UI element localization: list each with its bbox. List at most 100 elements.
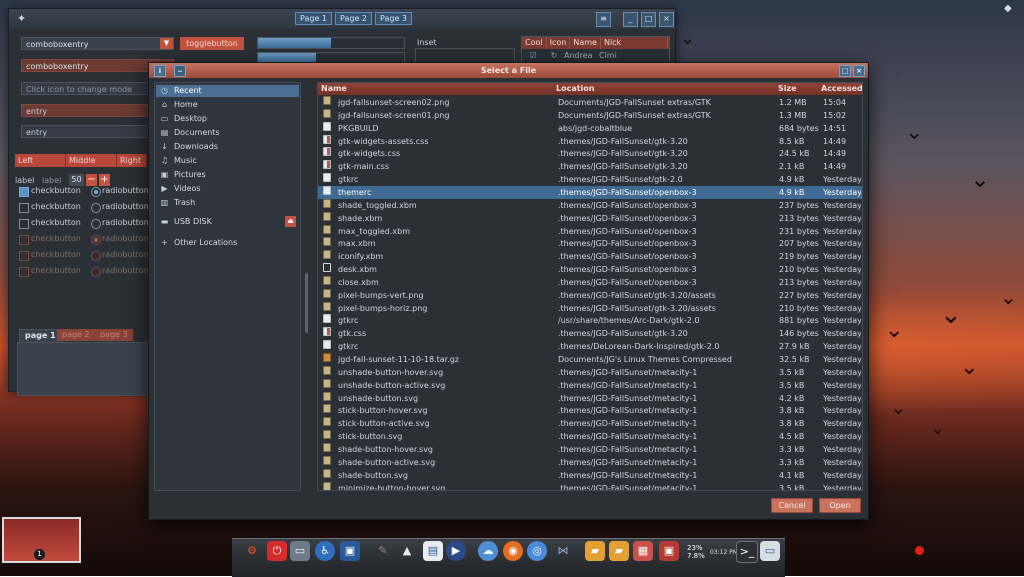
column-cool[interactable]: Cool <box>522 37 547 49</box>
cancel-button[interactable]: Cancel <box>771 498 813 513</box>
screenshot-icon[interactable]: ▭ <box>760 541 780 561</box>
file-row[interactable]: jgd-fallsunset-screen02.png Documents/JGD… <box>318 96 862 109</box>
entry-field-2[interactable]: entry <box>21 125 157 138</box>
notification-dot[interactable] <box>915 546 924 555</box>
checkbox-2[interactable] <box>19 203 29 213</box>
column-size[interactable]: Size <box>778 83 797 95</box>
toggle-button[interactable]: togglebutton <box>180 37 244 50</box>
sidebar-item-other-locations[interactable]: + Other Locations <box>156 237 299 249</box>
file-row[interactable]: stick-button.svg .themes/JGD-FallSunset/m… <box>318 430 862 443</box>
dialog-close-icon[interactable]: × <box>853 65 865 77</box>
document-viewer-icon[interactable]: ▤ <box>423 541 443 561</box>
dialog-menu-icon[interactable]: i <box>154 65 166 77</box>
column-icon[interactable]: Icon <box>547 37 571 49</box>
sidebar-item-documents[interactable]: ▤ Documents <box>156 127 299 139</box>
column-nick[interactable]: Nick <box>601 37 668 49</box>
menu-icon[interactable]: ≡ <box>596 12 611 27</box>
entry-field-1[interactable]: entry <box>21 104 157 117</box>
tab-page-3[interactable]: page 3 <box>95 329 133 341</box>
file-row[interactable]: shade-button-active.svg .themes/JGD-FallS… <box>318 455 862 469</box>
sidebar-item-home[interactable]: ⌂ Home <box>156 99 299 111</box>
file-row[interactable]: max.xbm .themes/JGD-FallSunset/openbox-3 2… <box>318 237 862 250</box>
tab-page-1[interactable]: page 1 <box>19 329 62 342</box>
column-accessed[interactable]: Accessed <box>821 83 862 95</box>
file-row[interactable]: gtkrc .themes/DeLorean-Dark-Inspired/gtk-… <box>318 340 862 353</box>
checkbox-3[interactable] <box>19 219 29 229</box>
column-location[interactable]: Location <box>556 83 595 95</box>
gimp-icon[interactable]: ✎ <box>373 541 393 561</box>
file-row[interactable]: themerc .themes/JGD-FallSunset/openbox-3 4… <box>318 185 862 199</box>
spin-increment-button[interactable]: + <box>99 174 110 186</box>
minimize-icon[interactable]: _ <box>623 12 638 27</box>
file-row[interactable]: unshade-button.svg .themes/JGD-FallSunset… <box>318 391 862 405</box>
file-row[interactable]: shade-button.svg .themes/JGD-FallSunset/m… <box>318 468 862 482</box>
radio-3[interactable] <box>91 219 101 229</box>
file-row[interactable]: gtk-widgets.css .themes/JGD-FallSunset/gt… <box>318 147 862 160</box>
eject-icon[interactable]: ⏏ <box>285 216 296 227</box>
file-row[interactable]: pixel-bumps-horiz.png .themes/JGD-FallSun… <box>318 301 862 315</box>
file-row[interactable]: minimize-button-hover.svg .themes/JGD-Fal… <box>318 481 862 490</box>
file-row[interactable]: jgd-fallsunset-screen01.png Documents/JGD… <box>318 108 862 122</box>
sidebar-item-music[interactable]: ♫ Music <box>156 155 299 167</box>
sidebar-item-pictures[interactable]: ▣ Pictures <box>156 169 299 181</box>
file-row[interactable]: gtkrc/usr/share/themes/Arc-Dark/gtk-2.0 8… <box>318 314 862 327</box>
page-3-button[interactable]: Page 3 <box>375 12 412 25</box>
checkbox-1[interactable] <box>19 187 29 197</box>
inkscape-icon[interactable]: ▲ <box>397 541 417 561</box>
folder-icon[interactable]: ▰ <box>609 541 629 561</box>
file-row[interactable]: close.xbm .themes/JGD-FallSunset/openbox-… <box>318 275 862 289</box>
fish-icon[interactable]: ⋈ <box>553 541 573 561</box>
radio-1[interactable] <box>91 187 101 197</box>
segment-right-button[interactable]: Right <box>117 154 147 167</box>
ubuntu-icon[interactable]: ⚙ <box>242 541 262 561</box>
file-row[interactable]: iconify.xbm .themes/JGD-FallSunset/openbo… <box>318 250 862 263</box>
checkbox-icon[interactable]: ☑ <box>522 49 544 62</box>
file-row[interactable]: pixel-bumps-vert.png .themes/JGD-FallSuns… <box>318 288 862 302</box>
file-row[interactable]: jgd-fall-sunset-11-10-18.tar.gz Documents… <box>318 353 862 366</box>
sidebar-item-downloads[interactable]: ↓ Downloads <box>156 141 299 153</box>
cloud-icon[interactable]: ☁ <box>478 541 498 561</box>
accessibility-icon[interactable]: ♿ <box>315 541 335 561</box>
virtualbox-icon[interactable]: ▣ <box>340 541 360 561</box>
open-button[interactable]: Open <box>819 498 861 513</box>
file-row[interactable]: max_toggled.xbm .themes/JGD-FallSunset/op… <box>318 224 862 238</box>
file-row[interactable]: unshade-button-hover.svg .themes/JGD-Fall… <box>318 365 862 379</box>
file-row[interactable]: desk.xbm .themes/JGD-FallSunset/openbox-3… <box>318 263 862 276</box>
file-row[interactable]: gtk-main.css .themes/JGD-FallSunset/gtk-3… <box>318 160 862 173</box>
pane-divider-handle[interactable] <box>305 273 308 333</box>
column-name[interactable]: Name <box>321 83 347 95</box>
sidebar-item-videos[interactable]: ▶ Videos <box>156 183 299 195</box>
page-1-button[interactable]: Page 1 <box>295 12 332 25</box>
image-viewer-icon[interactable]: ▦ <box>633 541 653 561</box>
segment-middle-button[interactable]: Middle <box>66 154 117 167</box>
segment-left-button[interactable]: Left <box>15 154 66 167</box>
spin-value[interactable]: 50 <box>69 174 84 186</box>
column-name[interactable]: Name <box>570 37 601 49</box>
icon-entry-field[interactable]: Click icon to change mode <box>21 82 157 95</box>
desktop-menu-icon[interactable]: ◆ <box>1004 4 1014 14</box>
file-row[interactable]: gtkrc .themes/JGD-FallSunset/gtk-2.0 4.9 k… <box>318 173 862 186</box>
sidebar-item-trash[interactable]: ▥ Trash <box>156 197 299 209</box>
sidebar-item-desktop[interactable]: ▭ Desktop <box>156 113 299 125</box>
tree-row[interactable]: ☑ ↻ Andrea Cimi <box>522 49 669 62</box>
close-icon[interactable]: × <box>659 12 674 27</box>
firefox-icon[interactable]: ◉ <box>503 541 523 561</box>
app-icon[interactable]: ✦ <box>17 13 29 25</box>
file-row[interactable]: PKGBUILD abs/jgd-cobaltblue 684 bytes 14:51 <box>318 121 862 135</box>
file-row[interactable]: stick-button-active.svg .themes/JGD-FallS… <box>318 417 862 430</box>
file-row[interactable]: shade.xbm .themes/JGD-FallSunset/openbox-… <box>318 211 862 225</box>
page-2-button[interactable]: Page 2 <box>335 12 372 25</box>
power-icon[interactable]: ⏻ <box>267 541 287 561</box>
file-row[interactable]: gtk.css .themes/JGD-FallSunset/gtk-3.20 14… <box>318 327 862 340</box>
chrome-icon[interactable]: ◎ <box>527 541 547 561</box>
media-player-icon[interactable]: ▶ <box>446 541 466 561</box>
dialog-maximize-icon[interactable]: □ <box>839 65 851 77</box>
comboboxentry-1[interactable]: comboboxentry ▼ <box>21 37 174 50</box>
spin-decrement-button[interactable]: − <box>86 174 97 186</box>
file-row[interactable]: gtk-widgets-assets.css .themes/JGD-FallSu… <box>318 134 862 148</box>
sidebar-item-recent[interactable]: ◷ Recent <box>156 85 299 97</box>
dialog-minimize-icon[interactable]: ⎯ <box>174 65 186 77</box>
monitor-icon[interactable]: ▭ <box>290 541 310 561</box>
sidebar-item-usb-disk[interactable]: ▬ USB DISK ⏏ <box>156 216 299 228</box>
maximize-icon[interactable]: □ <box>641 12 656 27</box>
